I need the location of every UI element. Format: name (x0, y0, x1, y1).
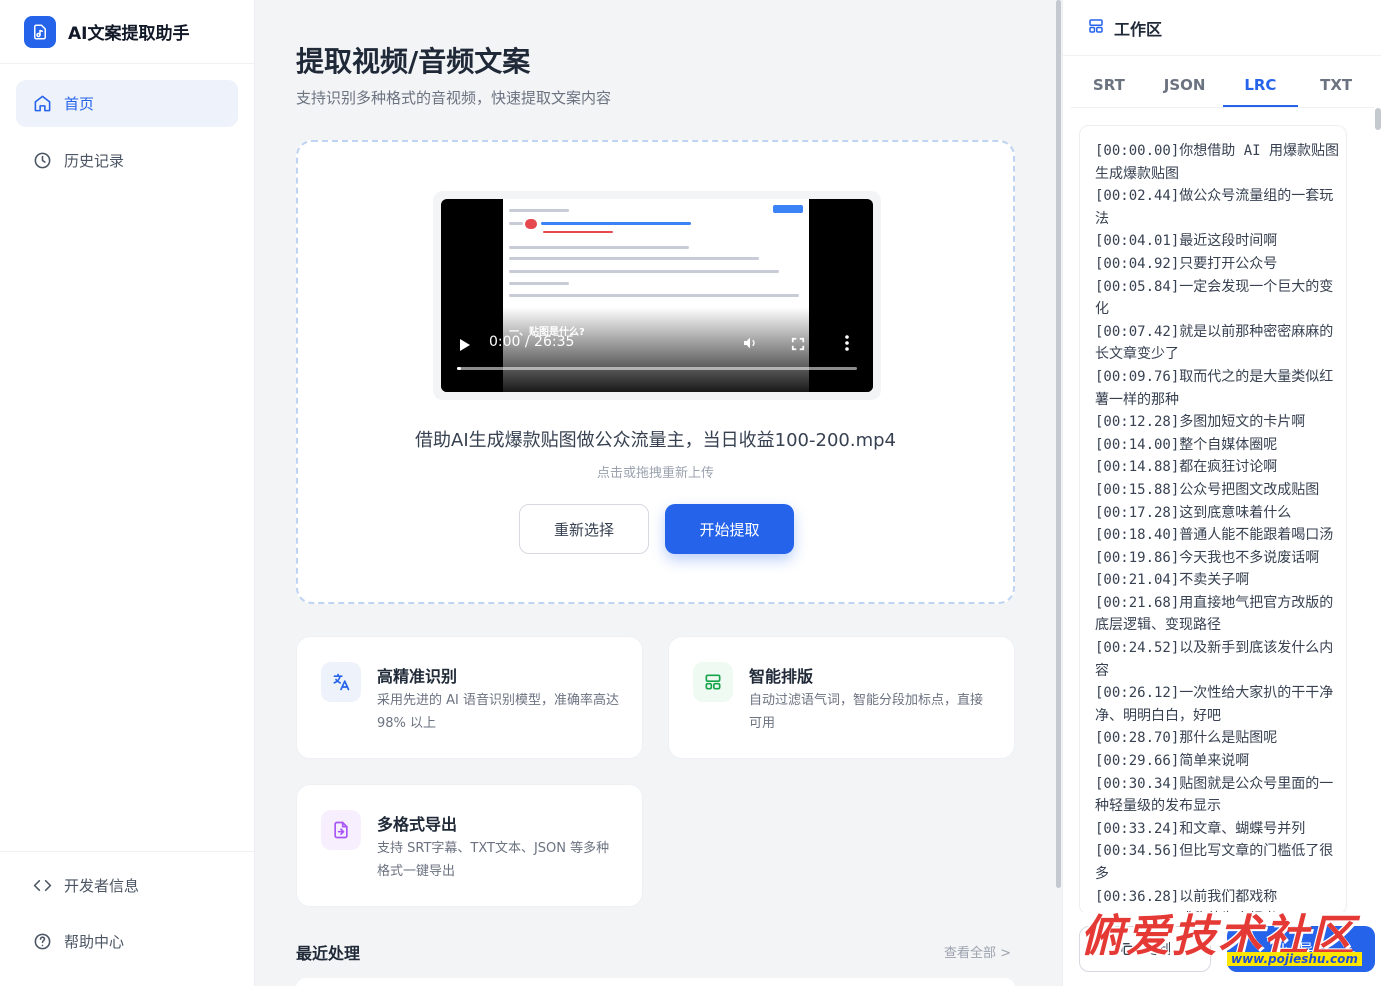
feature-desc: 自动过滤语气词，智能分段加标点，直接可用 (749, 693, 984, 731)
format-tabs: SRT JSON LRC TXT (1071, 56, 1374, 108)
feature-card-export: 多格式导出 支持 SRT字幕、TXT文本、JSON 等多种格式一键导出 (296, 784, 643, 907)
lrc-line: [00:33.24]和文章、蝴蝶号并列 (1095, 820, 1306, 837)
recent-list-card (296, 978, 1015, 986)
help-circle-icon (32, 932, 52, 952)
sidebar: AI文案提取助手 首页 历史记录 开发者信息 帮助中心 (0, 0, 255, 986)
home-icon (32, 94, 52, 114)
tab-srt[interactable]: SRT (1071, 56, 1147, 107)
watermark-url: www.pojieshu.com (1227, 952, 1362, 966)
workspace-icon (1087, 17, 1105, 39)
lrc-line: [00:00.00]你想借助 AI 用爆款贴图生成爆款贴图 (1095, 143, 1340, 182)
workspace-panel: 工作区 SRT JSON LRC TXT [00:00.00]你想借助 AI 用… (1062, 0, 1381, 986)
lrc-line: [00:26.12]一次性给大家扒的干干净净、明明白白，好吧 (1095, 685, 1334, 724)
feature-title: 多格式导出 (377, 815, 458, 834)
feature-title: 智能排版 (749, 667, 814, 686)
feature-card-smart-layout: 智能排版 自动过滤语气词，智能分段加标点，直接可用 (668, 636, 1015, 759)
lrc-line: [00:12.28]多图加短文的卡片啊 (1095, 414, 1306, 431)
lrc-line: [00:29.66]简单来说啊 (1095, 753, 1250, 770)
clock-icon (32, 151, 52, 171)
workspace-header: 工作区 (1063, 0, 1381, 56)
app-logo-icon (24, 15, 56, 48)
lrc-line: [00:21.04]不卖关子啊 (1095, 572, 1250, 589)
sidebar-item-label: 首页 (64, 95, 95, 113)
tab-json[interactable]: JSON (1147, 56, 1223, 107)
more-vertical-icon[interactable] (845, 335, 849, 355)
video-progress-bar[interactable] (457, 367, 857, 370)
play-icon[interactable] (459, 337, 471, 356)
file-name: 借助AI生成爆款贴图做公众流量主，当日收益100-200.mp4 (415, 430, 896, 451)
sidebar-item-label: 历史记录 (64, 152, 125, 170)
lrc-line: [00:05.84]一定会发现一个巨大的变化 (1095, 278, 1334, 318)
fullscreen-icon[interactable] (791, 336, 805, 355)
workspace-title: 工作区 (1114, 19, 1163, 39)
video-time: 0:00 / 26:35 (489, 334, 575, 350)
main-scrollbar-thumb[interactable] (1056, 0, 1061, 888)
recent-section-title: 最近处理 (296, 944, 361, 963)
layout-icon (693, 662, 733, 702)
lrc-line: [00:09.76]取而代之的是大量类似红薯一样的那种 (1095, 368, 1334, 408)
sidebar-nav: 首页 历史记录 (0, 64, 254, 210)
feature-desc: 采用先进的 AI 语音识别模型，准确率高达 98% 以上 (377, 693, 619, 731)
site-watermark: 俯爱技术社区 www.pojieshu.com (1075, 900, 1381, 986)
lrc-line: [00:15.88]公众号把图文改成贴图 (1095, 481, 1320, 498)
lrc-line: [00:34.56]但比写文章的门槛低了很多 (1095, 843, 1334, 882)
video-player[interactable]: 一、贴图是什么? 0:00 / 26:35 (441, 199, 873, 392)
lrc-line: [00:04.01]最近这段时间啊 (1095, 233, 1278, 250)
lrc-line: [00:04.92]只要打开公众号 (1095, 255, 1278, 272)
lrc-line: [00:28.70]那什么是贴图呢 (1095, 730, 1278, 747)
lrc-line: [00:07.42]就是以前那种密密麻麻的长文章变少了 (1095, 323, 1334, 363)
code-icon (32, 876, 52, 896)
feature-title: 高精准识别 (377, 667, 458, 686)
tab-lrc[interactable]: LRC (1222, 56, 1299, 107)
sidebar-item-label: 开发者信息 (64, 877, 140, 895)
feature-card-accuracy: 高精准识别 采用先进的 AI 语音识别模型，准确率高达 98% 以上 (296, 636, 643, 759)
lrc-line: [00:18.40]普通人能不能跟着喝口汤 (1095, 527, 1334, 544)
view-all-link[interactable]: 查看全部 > (944, 942, 1011, 961)
main-content: 提取视频/音频文案 支持识别多种格式的音视频，快速提取文案内容 一、贴图是什么?… (255, 0, 1055, 986)
sidebar-item-history[interactable]: 历史记录 (16, 137, 238, 184)
video-preview: 一、贴图是什么? 0:00 / 26:35 (433, 191, 881, 400)
sidebar-item-home[interactable]: 首页 (16, 80, 238, 127)
file-export-icon (321, 810, 361, 850)
sidebar-item-help[interactable]: 帮助中心 (16, 918, 238, 965)
lrc-line: [00:14.00]整个自媒体圈呢 (1095, 436, 1278, 453)
reselect-button[interactable]: 重新选择 (519, 504, 649, 554)
upload-dropzone[interactable]: 一、贴图是什么? 0:00 / 26:35 借助AI生成爆款贴图做公众流量主，当… (296, 140, 1015, 604)
lrc-line: [00:19.86]今天我也不多说废话啊 (1095, 549, 1320, 566)
lrc-line: [00:21.68]用直接地气把官方改版的底层逻辑、变现路径 (1095, 594, 1334, 634)
lrc-output[interactable]: [00:00.00]你想借助 AI 用爆款贴图生成爆款贴图 [00:02.44]做… (1079, 125, 1347, 915)
sidebar-item-label: 帮助中心 (64, 933, 125, 951)
app-title: AI文案提取助手 (68, 24, 190, 44)
main-scrollbar[interactable] (1055, 0, 1062, 986)
video-progress-fill (457, 367, 461, 370)
start-extract-button[interactable]: 开始提取 (665, 504, 794, 554)
lrc-line: [00:14.88]都在疯狂讨论啊 (1095, 459, 1278, 476)
tab-txt[interactable]: TXT (1298, 56, 1374, 107)
page-subtitle: 支持识别多种格式的音视频，快速提取文案内容 (296, 89, 612, 107)
reupload-hint: 点击或拖拽重新上传 (596, 466, 714, 481)
lrc-line: [00:24.52]以及新手到底该发什么内容 (1095, 640, 1334, 679)
feature-desc: 支持 SRT字幕、TXT文本、JSON 等多种格式一键导出 (377, 841, 610, 879)
page-title: 提取视频/音频文案 (296, 45, 531, 78)
workspace-scrollbar-thumb[interactable] (1375, 108, 1381, 130)
volume-icon[interactable] (741, 335, 759, 355)
lrc-line: [00:30.34]贴图就是公众号里面的一种轻量级的发布显示 (1095, 775, 1334, 815)
brand: AI文案提取助手 (0, 0, 254, 64)
translate-icon (321, 662, 361, 702)
sidebar-footer: 开发者信息 帮助中心 (0, 851, 254, 986)
sidebar-item-developer-info[interactable]: 开发者信息 (16, 862, 238, 909)
lrc-line: [00:02.44]做公众号流量组的一套玩法 (1095, 188, 1334, 227)
lrc-line: [00:17.28]这到底意味着什么 (1095, 504, 1292, 521)
